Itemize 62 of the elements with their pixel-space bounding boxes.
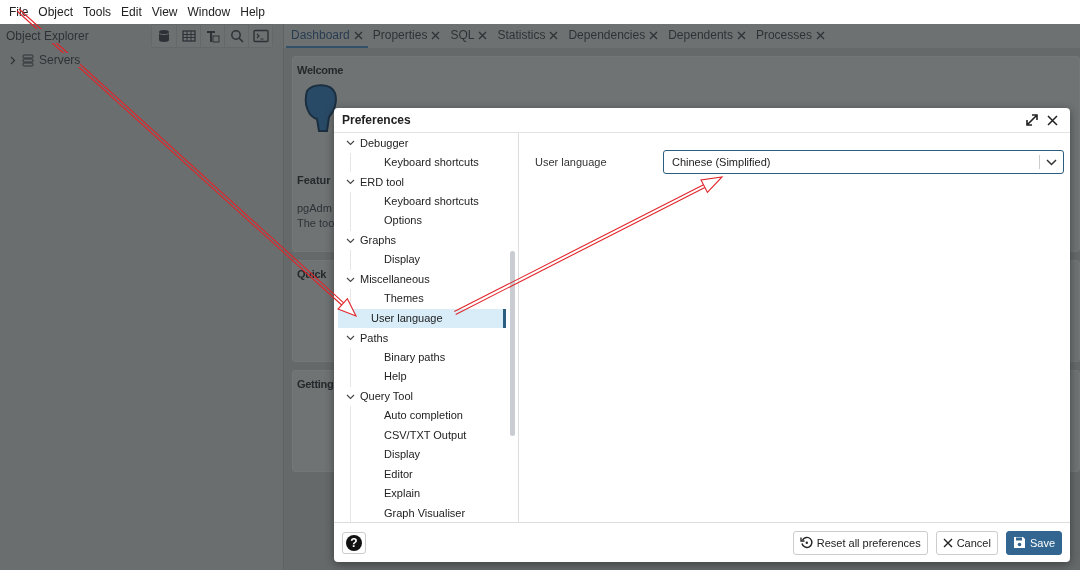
- section-heading: Featur: [297, 174, 331, 186]
- chevron-right-icon[interactable]: [8, 55, 17, 65]
- menu-item[interactable]: Object: [33, 5, 79, 19]
- language-dropdown[interactable]: Chinese (Simplified): [663, 150, 1064, 174]
- tree-item[interactable]: Miscellaneous: [360, 273, 430, 286]
- field-label: User language: [535, 156, 608, 168]
- filter-table-icon: [205, 29, 220, 43]
- menu-item[interactable]: Tools: [78, 5, 117, 19]
- tree-item[interactable]: Keyboard shortcuts: [350, 152, 506, 172]
- chevron-down-icon[interactable]: [346, 138, 355, 148]
- close-icon[interactable]: [549, 30, 559, 40]
- tree-item[interactable]: Graphs: [360, 234, 397, 247]
- close-icon[interactable]: [478, 30, 488, 40]
- close-icon[interactable]: [649, 30, 659, 40]
- server-stack-icon: [22, 53, 34, 67]
- save-button[interactable]: Save: [1005, 530, 1062, 555]
- tree-item[interactable]: Keyboard shortcuts: [350, 191, 506, 211]
- body-text: pgAdm: [297, 202, 332, 214]
- expand-arrows-icon: [1025, 113, 1039, 127]
- help-button[interactable]: ?: [342, 531, 366, 554]
- tree-item[interactable]: Explain: [350, 484, 506, 504]
- search-icon: [229, 29, 244, 43]
- reset-button[interactable]: Reset all preferences: [792, 530, 928, 555]
- tree-item[interactable]: Auto completion: [350, 406, 506, 426]
- close-icon: [1047, 114, 1058, 126]
- tree-item[interactable]: Graph Visualiser: [350, 503, 506, 522]
- close-icon[interactable]: [431, 30, 441, 40]
- tree-item[interactable]: Display: [350, 250, 506, 270]
- dialog-title: Preferences: [342, 113, 412, 127]
- close-icon[interactable]: [815, 30, 825, 40]
- tree-item[interactable]: Help: [350, 367, 506, 387]
- tree-item[interactable]: Editor: [350, 464, 506, 484]
- cancel-button[interactable]: Cancel: [935, 530, 998, 555]
- tree-item[interactable]: CSV/TXT Output: [350, 425, 506, 445]
- reset-icon: [799, 536, 813, 549]
- terminal-button[interactable]: [248, 25, 272, 47]
- panel-title: Getting: [297, 378, 334, 390]
- close-icon[interactable]: [353, 30, 363, 40]
- menu-item[interactable]: Window: [182, 5, 236, 19]
- panel-title: Welcome: [297, 64, 343, 76]
- panel-title: Object Explorer: [6, 29, 89, 43]
- chevron-down-icon[interactable]: [346, 177, 355, 187]
- table-icon: [181, 29, 196, 43]
- tree-item[interactable]: User language: [338, 308, 506, 328]
- tree-item[interactable]: Debugger: [360, 136, 409, 149]
- close-icon[interactable]: [736, 30, 746, 40]
- tree-item[interactable]: ERD tool: [360, 175, 405, 188]
- body-text: The too: [297, 217, 335, 229]
- chevron-down-icon[interactable]: [346, 333, 355, 343]
- tree-item[interactable]: Display: [350, 445, 506, 465]
- menu-item[interactable]: Help: [235, 5, 270, 19]
- database-icon: [157, 29, 171, 43]
- terminal-icon: [252, 29, 269, 43]
- chevron-down-icon: [1046, 158, 1057, 166]
- tree-item[interactable]: Options: [350, 211, 506, 231]
- menu-item[interactable]: Edit: [116, 5, 147, 19]
- scrollbar-thumb[interactable]: [510, 251, 515, 436]
- tree-item[interactable]: Query Tool: [360, 390, 413, 403]
- menu-item[interactable]: View: [146, 5, 183, 19]
- tree-item[interactable]: Binary paths: [350, 347, 506, 367]
- tree-item[interactable]: Paths: [360, 331, 389, 344]
- close-icon: [942, 537, 953, 548]
